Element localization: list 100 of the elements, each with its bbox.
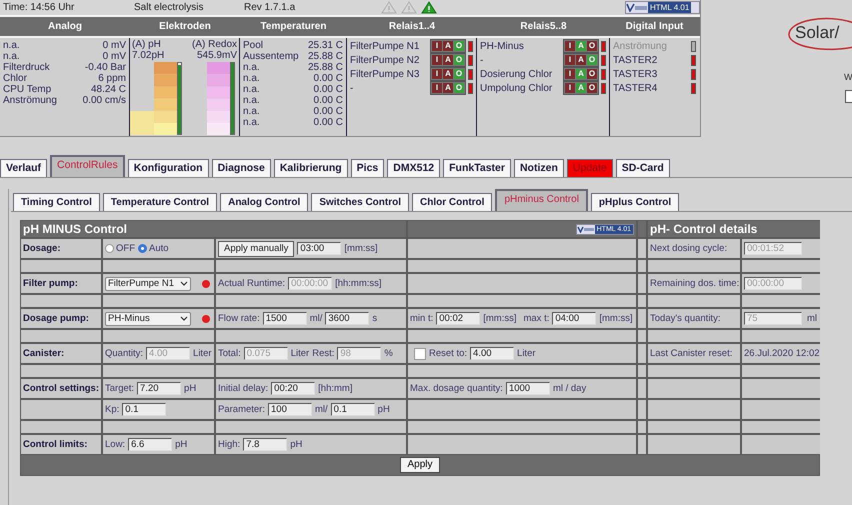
- sensor-value: 25.88 C: [308, 62, 343, 73]
- table-cell: [638, 260, 646, 272]
- sensor-value: -0.40 Bar: [84, 62, 126, 73]
- field-label: Reset to:: [429, 348, 468, 359]
- input-field[interactable]: 7.20: [137, 382, 182, 395]
- tab[interactable]: Chlor Control: [412, 193, 492, 211]
- mode-button[interactable]: I: [432, 69, 442, 79]
- detail-label: Last Canister reset:: [648, 344, 740, 363]
- field-label: Max. dosage quantity:: [410, 383, 503, 394]
- tab[interactable]: Temperature Control: [102, 193, 218, 211]
- radio-button[interactable]: [138, 244, 147, 253]
- tab[interactable]: Pics: [350, 159, 384, 177]
- detail-label: Remaining dos. time:: [648, 274, 740, 293]
- mode-button[interactable]: A: [576, 55, 586, 65]
- table-cell: [638, 365, 646, 377]
- field-label: min t:: [410, 313, 434, 324]
- tab[interactable]: Verlauf: [0, 159, 48, 177]
- input-field[interactable]: 4.00: [470, 347, 514, 360]
- tab[interactable]: SD-Card: [616, 159, 670, 177]
- mode-button[interactable]: I: [432, 55, 442, 65]
- column-heading: Elektroden: [158, 21, 212, 32]
- mode-button[interactable]: I: [565, 69, 575, 79]
- input-field[interactable]: 0.1: [330, 403, 375, 416]
- apply-manually-button[interactable]: Apply manually: [218, 240, 294, 256]
- tab[interactable]: Analog Control: [220, 193, 308, 211]
- sensor-value: 0 mV: [102, 40, 126, 51]
- output-field: 75: [744, 312, 802, 325]
- field-label: [mm:ss]: [599, 313, 633, 324]
- mode-button[interactable]: A: [443, 83, 453, 93]
- detail-value: 26.Jul.2020 12:02: [742, 344, 820, 363]
- table-cell: [638, 344, 646, 363]
- relay-name: -: [480, 54, 484, 66]
- row-label: Control limits:: [21, 435, 101, 454]
- dropdown[interactable]: FilterPumpe N1: [105, 276, 191, 290]
- sensor-name: n.a.: [243, 73, 260, 84]
- mode-button[interactable]: I: [565, 83, 575, 93]
- field-label: Low:: [105, 439, 126, 450]
- input-field[interactable]: 03:00: [297, 242, 342, 255]
- input-field[interactable]: 1000: [506, 382, 550, 395]
- radio-label: Auto: [149, 243, 169, 254]
- revision-text: Rev 1.7.1.a: [243, 2, 296, 13]
- tab[interactable]: Kalibrierung: [274, 159, 348, 177]
- tab[interactable]: FunkTaster: [443, 159, 511, 177]
- sensor-value: 0.00 C: [314, 73, 343, 84]
- tab[interactable]: DMX512: [387, 159, 440, 177]
- caret-icon: [180, 316, 188, 321]
- row-label: Canister:: [21, 344, 101, 363]
- mode-button[interactable]: A: [443, 41, 453, 51]
- field-label: pH: [175, 439, 188, 450]
- mode-button[interactable]: I: [432, 83, 442, 93]
- mode-button[interactable]: I: [432, 41, 442, 51]
- relay-name: Umpolung Chlor: [480, 82, 554, 94]
- checkbox[interactable]: [414, 348, 426, 360]
- field-label: s: [372, 313, 378, 324]
- input-field[interactable]: 00:20: [271, 382, 316, 395]
- apply-button[interactable]: Apply: [400, 457, 440, 473]
- field-label: Liter: [193, 348, 212, 359]
- row-label: Dosage pump:: [21, 309, 101, 328]
- sensor-value: 6 ppm: [98, 73, 126, 84]
- dropdown[interactable]: PH-Minus: [105, 312, 191, 326]
- sensor-value: 0.00 C: [314, 106, 343, 117]
- field-label: Liter: [517, 348, 536, 359]
- input-field[interactable]: 0.1: [122, 403, 166, 416]
- panel-title: pH MINUS Control: [21, 221, 406, 237]
- tab[interactable]: Notizen: [514, 159, 564, 177]
- input-field[interactable]: 00:02: [436, 312, 480, 325]
- input-field[interactable]: 1500: [262, 312, 307, 325]
- radio-button[interactable]: [105, 244, 114, 253]
- input-field[interactable]: 3600: [325, 312, 370, 325]
- mode-button[interactable]: I: [565, 41, 575, 51]
- sensor-name: n.a.: [243, 117, 260, 128]
- mode-button[interactable]: A: [443, 55, 453, 65]
- mode-button[interactable]: A: [443, 69, 453, 79]
- field-label: Parameter:: [218, 404, 265, 415]
- tab[interactable]: Konfiguration: [128, 159, 209, 177]
- output-field: 00:01:52: [744, 242, 802, 255]
- sensor-value: 25.31 C: [308, 40, 343, 51]
- mode-button[interactable]: I: [565, 55, 575, 65]
- sensor-name: n.a.: [243, 84, 260, 95]
- field-label: [hh:mm:ss]: [335, 278, 382, 289]
- relay-name: PH-Minus: [480, 40, 525, 52]
- field-label: [mm:ss]: [483, 313, 516, 324]
- field-label: pH: [378, 404, 390, 415]
- tab[interactable]: Timing Control: [13, 193, 100, 211]
- tab[interactable]: Diagnose: [212, 159, 271, 177]
- field-label: ml/: [310, 313, 322, 324]
- relay-name: FilterPumpe N3: [350, 68, 420, 80]
- input-field[interactable]: 04:00: [552, 312, 596, 325]
- mode-button[interactable]: O: [587, 41, 597, 51]
- input-field[interactable]: 100: [268, 403, 312, 416]
- input-field[interactable]: 7.8: [243, 438, 288, 451]
- tab[interactable]: pHplus Control: [590, 193, 680, 211]
- panel-title: pH- Control details: [648, 221, 820, 237]
- input-field[interactable]: 6.6: [128, 438, 172, 451]
- sensor-value: 48.24 C: [90, 84, 126, 95]
- mode-button[interactable]: O: [587, 83, 597, 93]
- sensor-name: Aussentemp: [243, 51, 299, 62]
- relay-name: Dosierung Chlor: [480, 68, 554, 80]
- mode-button[interactable]: O: [587, 69, 597, 79]
- tab[interactable]: Switches Control: [311, 193, 409, 211]
